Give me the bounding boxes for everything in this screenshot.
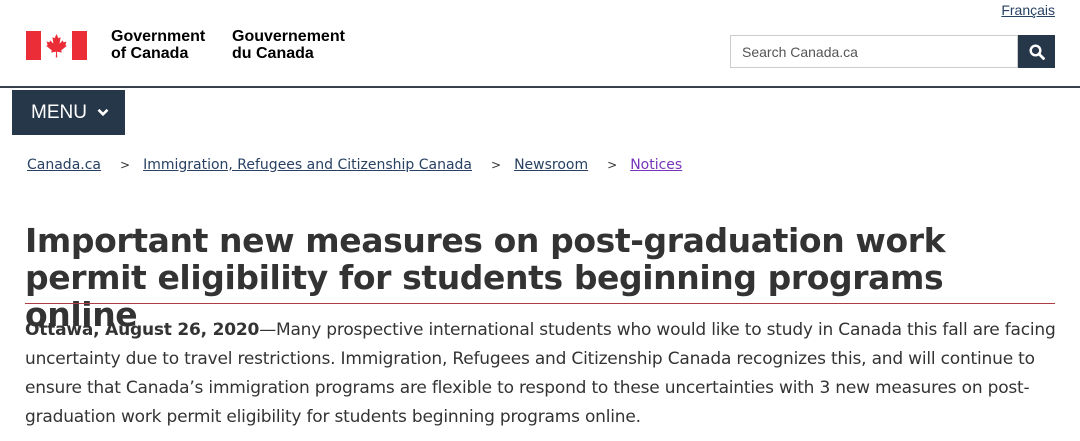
- government-signature-fr[interactable]: Gouvernement du Canada: [232, 28, 345, 62]
- signature-en-line2: of Canada: [111, 45, 189, 62]
- chevron-down-icon: [97, 108, 109, 117]
- search-input[interactable]: [730, 35, 1018, 68]
- breadcrumb-item-ircc[interactable]: Immigration, Refugees and Citizenship Ca…: [143, 157, 472, 173]
- search-icon: [1028, 43, 1045, 60]
- breadcrumb-item-newsroom[interactable]: Newsroom: [514, 157, 588, 173]
- breadcrumb-separator: >: [491, 158, 502, 172]
- breadcrumb-item-canada[interactable]: Canada.ca: [27, 157, 101, 173]
- header-divider: [0, 86, 1080, 88]
- government-signature-en[interactable]: Government of Canada: [111, 28, 205, 62]
- article-lead-paragraph: Ottawa, August 26, 2020—Many prospective…: [25, 316, 1065, 432]
- language-toggle-link[interactable]: Français: [1001, 2, 1055, 18]
- signature-fr-line1: Gouvernement: [232, 28, 345, 45]
- article-dateline: Ottawa, August 26, 2020: [25, 320, 260, 340]
- search-button[interactable]: [1018, 35, 1055, 68]
- menu-label: MENU: [31, 101, 87, 123]
- menu-button[interactable]: MENU: [12, 90, 125, 135]
- breadcrumb-separator: >: [120, 158, 131, 172]
- breadcrumb: Canada.ca > Immigration, Refugees and Ci…: [27, 157, 682, 173]
- signature-en-line1: Government: [111, 28, 206, 45]
- title-underline: [25, 303, 1055, 304]
- breadcrumb-separator: >: [607, 158, 618, 172]
- signature-fr-line2: du Canada: [232, 45, 314, 62]
- canada-flag-icon[interactable]: [26, 31, 87, 60]
- breadcrumb-item-notices[interactable]: Notices: [630, 157, 682, 173]
